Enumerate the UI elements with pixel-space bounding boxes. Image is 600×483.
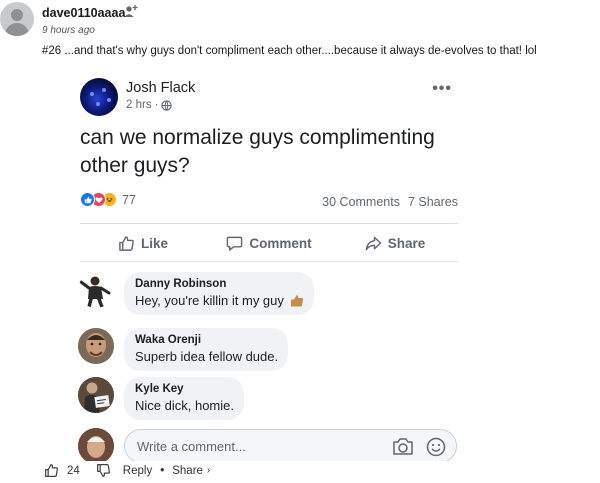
fb-post-text: can we normalize guys complimenting othe… [80,126,435,177]
fb-comment-text-content: Hey, you're killin it my guy [135,293,284,308]
more-options-icon: ••• [432,80,452,97]
reply-button[interactable]: Reply [123,465,152,477]
commenter-avatar[interactable] [0,2,34,36]
fb-comment-label: Comment [249,235,312,251]
comment-timestamp: 9 hours ago [42,25,95,36]
fb-write-comment-field: Write a comment... [124,429,457,461]
fb-reactions: 77 [80,192,136,207]
thumbs-up-icon [45,464,58,477]
avatar-light-dot [102,88,106,92]
fb-share-action: Share [332,230,458,256]
fb-write-comment-placeholder: Write a comment... [137,439,246,454]
avatar-head-shape [11,9,23,21]
avatar-light-dot [96,102,100,106]
fb-commenter-avatar [78,328,114,364]
fb-comments-count: 30 Comments [322,195,400,209]
fb-divider [80,223,458,224]
fb-divider [80,261,458,262]
globe-icon [161,99,173,111]
fb-comment-text: Superb idea fellow dude. [135,349,279,364]
user-add-badge-icon [124,5,138,17]
fb-action-bar: Like Comment Share [80,230,458,256]
fb-author-name: Josh Flack [126,80,196,96]
comment-text: #26 ...and that's why guys don't complim… [42,45,537,57]
fb-commenter-avatar [78,377,114,413]
comment-action-bar: 24 Reply • Share › [44,463,210,478]
chevron-right-icon: › [206,465,211,476]
man-with-sign-avatar-image [78,377,114,413]
fb-commenter-name: Kyle Key [135,383,184,395]
avatar-light-dot [107,98,111,102]
share-button[interactable]: Share › [172,465,210,477]
fb-commenter-avatar [78,272,114,308]
fb-like-label: Like [140,235,168,251]
commenter-username[interactable]: dave0110aaaa [42,6,125,20]
fb-comment-action: Comment [206,230,332,256]
avatar-light-dot [90,92,94,96]
thumbs-up-emoji-icon [290,295,303,307]
upvote-count: 24 [67,464,80,477]
meta-separator: · [154,99,159,111]
fb-comment-bubble: Waka Orenji Superb idea fellow dude. [124,328,289,371]
speech-bubble-icon [227,236,243,251]
avatar-torso-shape [5,23,29,36]
fb-author-avatar [80,78,118,116]
fb-comment-text: Nice dick, homie. [135,398,234,413]
share-label: Share [172,464,203,477]
fb-post-time: 2 hrs [126,99,152,111]
fb-share-label: Share [387,235,426,251]
bar-separator: • [160,464,165,477]
reply-label: Reply [122,464,153,477]
fb-like-action: Like [80,230,206,256]
embedded-facebook-post-image: Josh Flack 2 hrs · ••• can we normalize … [72,68,466,461]
camera-icon [393,438,413,455]
fb-comment: Kyle Key Nice dick, homie. [78,377,244,420]
fb-comment-bubble: Kyle Key Nice dick, homie. [124,377,244,420]
fb-comment: Danny Robinson Hey, you're killin it my … [78,272,314,315]
fb-comment-bubble: Danny Robinson Hey, you're killin it my … [124,272,314,315]
like-reaction-icon [80,192,95,207]
fb-write-comment-row: Write a comment... [78,428,457,461]
fb-commenter-name: Waka Orenji [135,334,202,346]
fb-comment-text: Hey, you're killin it my guy [135,293,304,308]
thumbs-up-icon [119,235,134,251]
fb-reaction-count: 77 [122,192,136,207]
smiley-icon [426,437,446,457]
man-face-avatar-image [78,328,114,364]
downvote-button[interactable] [96,463,111,478]
fb-shares-count: 7 Shares [407,195,458,209]
dancing-man-avatar-image [79,276,111,308]
upvote-button[interactable]: 24 [44,463,80,478]
share-arrow-icon [365,236,382,250]
fb-commenter-name: Danny Robinson [135,278,227,290]
fb-post-stats: 30 Comments 7 Shares [322,195,458,209]
fb-post-meta: 2 hrs · [126,99,173,111]
man-face-avatar-image [78,428,114,461]
fb-current-user-avatar [78,428,114,461]
thumbs-down-icon [96,464,110,477]
fb-comment: Waka Orenji Superb idea fellow dude. [78,328,289,371]
